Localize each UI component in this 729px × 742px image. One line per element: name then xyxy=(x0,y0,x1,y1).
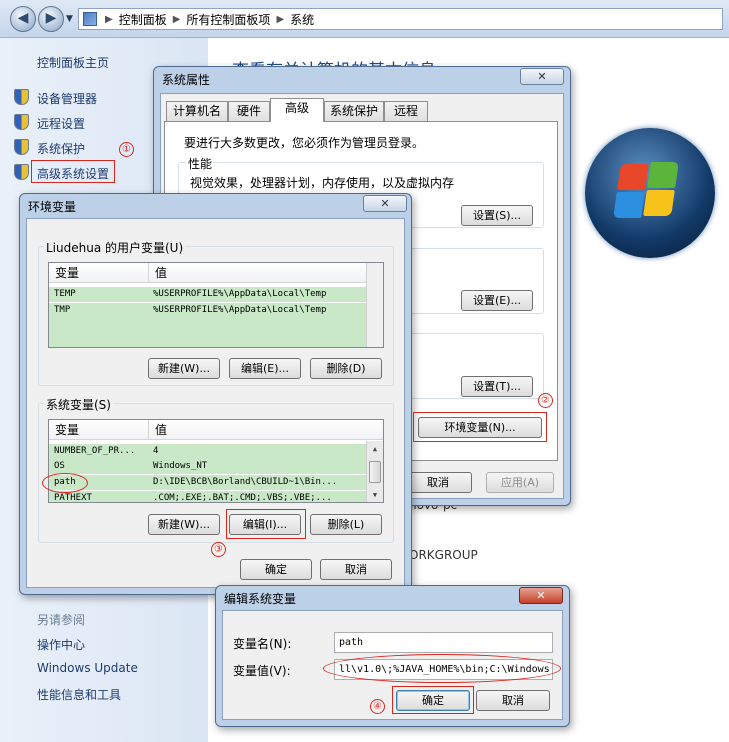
apply-button[interactable]: 应用(A) xyxy=(486,472,554,493)
address-bar-area: ◀ ▶ ▼ ▶ 控制面板 ▶ 所有控制面板项 ▶ 系统 xyxy=(0,0,729,38)
highlight-box-env-vars xyxy=(413,412,547,442)
user-new-button[interactable]: 新建(W)... xyxy=(148,358,220,379)
highlight-ellipse-value xyxy=(323,654,561,683)
table-row[interactable]: TEMP %USERPROFILE%\AppData\Local\Temp xyxy=(49,287,367,302)
see-also-windows-update[interactable]: Windows Update xyxy=(37,661,138,675)
var-name: NUMBER_OF_PR... xyxy=(54,446,136,456)
perf-settings-button[interactable]: 设置(S)... xyxy=(461,205,533,226)
breadcrumb-separator-icon: ▶ xyxy=(172,13,181,25)
annotation-number: ④ xyxy=(370,699,385,714)
table-row[interactable]: PATHEXT .COM;.EXE;.BAT;.CMD;.VBS;.VBE;..… xyxy=(49,491,367,503)
tab-computer-name[interactable]: 计算机名 xyxy=(166,101,228,121)
forward-arrow-icon[interactable]: ▶ xyxy=(38,6,64,32)
breadcrumb-separator-icon: ▶ xyxy=(105,13,113,25)
var-value: Windows_NT xyxy=(153,461,208,471)
user-variables-label: Liudehua 的用户变量(U) xyxy=(44,239,186,256)
scrollbar[interactable] xyxy=(366,263,383,347)
user-variables-list[interactable]: 变量 值 TEMP %USERPROFILE%\AppData\Local\Te… xyxy=(48,262,384,348)
highlight-box-ok xyxy=(392,686,474,714)
shield-icon xyxy=(14,164,29,180)
column-header-value[interactable]: 值 xyxy=(149,420,383,440)
tab-advanced[interactable]: 高级 xyxy=(270,98,324,122)
tab-hardware[interactable]: 硬件 xyxy=(228,101,270,121)
scroll-thumb[interactable] xyxy=(369,461,381,483)
sidebar-item-remote[interactable]: 远程设置 xyxy=(37,115,85,132)
var-name: OS xyxy=(54,461,65,471)
dialog-title: 环境变量 xyxy=(28,200,77,214)
workgroup-text: ORKGROUP xyxy=(409,548,478,562)
system-variables-label: 系统变量(S) xyxy=(44,396,113,413)
edit-cancel-button[interactable]: 取消 xyxy=(476,690,550,711)
column-header-value[interactable]: 值 xyxy=(149,263,383,283)
annotation-number: ③ xyxy=(211,542,226,557)
startup-settings-button[interactable]: 设置(T)... xyxy=(461,376,533,397)
var-value: .COM;.EXE;.BAT;.CMD;.VBS;.VBE;... xyxy=(153,493,332,503)
var-name: TMP xyxy=(54,305,71,315)
shield-icon xyxy=(14,139,29,155)
var-value: %USERPROFILE%\AppData\Local\Temp xyxy=(153,305,327,315)
breadcrumb-control-panel[interactable]: 控制面板 xyxy=(119,11,167,28)
var-value: D:\IDE\BCB\Borland\CBUILD~1\Bin... xyxy=(153,477,338,487)
breadcrumb-all-items[interactable]: 所有控制面板项 xyxy=(186,11,270,28)
env-cancel-button[interactable]: 取消 xyxy=(320,559,392,580)
variable-name-input[interactable]: path xyxy=(334,632,553,653)
close-icon[interactable]: ✕ xyxy=(520,68,564,85)
dialog-title: 编辑系统变量 xyxy=(224,592,297,606)
windows-logo-icon xyxy=(585,128,715,258)
scroll-up-icon[interactable]: ▲ xyxy=(367,441,383,458)
performance-desc: 视觉效果，处理器计划，内存使用，以及虚拟内存 xyxy=(190,176,455,190)
column-header-variable[interactable]: 变量 xyxy=(49,420,149,440)
tab-system-protection[interactable]: 系统保护 xyxy=(324,101,384,121)
address-field[interactable]: ▶ 控制面板 ▶ 所有控制面板项 ▶ 系统 xyxy=(78,8,723,30)
column-header-variable[interactable]: 变量 xyxy=(49,263,149,283)
table-row-path[interactable]: path D:\IDE\BCB\Borland\CBUILD~1\Bin... xyxy=(49,475,367,490)
var-value: 4 xyxy=(153,446,159,456)
sidebar-item-device-manager[interactable]: 设备管理器 xyxy=(37,90,97,107)
user-edit-button[interactable]: 编辑(E)... xyxy=(229,358,301,379)
table-row[interactable]: TMP %USERPROFILE%\AppData\Local\Temp xyxy=(49,303,367,347)
breadcrumb-system[interactable]: 系统 xyxy=(290,11,314,28)
system-delete-button[interactable]: 删除(L) xyxy=(310,514,382,535)
variable-name-label: 变量名(N): xyxy=(233,637,292,651)
table-row[interactable]: OS Windows_NT xyxy=(49,459,367,474)
scroll-down-icon[interactable]: ▼ xyxy=(367,487,383,502)
close-icon[interactable]: ✕ xyxy=(519,587,563,604)
dialog-title: 系统属性 xyxy=(162,73,211,87)
table-row[interactable]: NUMBER_OF_PR... 4 xyxy=(49,444,367,459)
highlight-ellipse-path xyxy=(42,473,88,493)
variable-value-label: 变量值(V): xyxy=(233,664,291,678)
highlight-box-edit xyxy=(226,509,306,539)
history-dropdown-icon[interactable]: ▼ xyxy=(66,14,73,24)
breadcrumb-separator-icon: ▶ xyxy=(276,13,285,25)
highlight-box-advanced-settings xyxy=(31,160,115,183)
see-also-action-center[interactable]: 操作中心 xyxy=(37,636,85,653)
annotation-number: ② xyxy=(538,393,553,408)
admin-note: 要进行大多数更改，您必须作为管理员登录。 xyxy=(184,136,425,150)
back-arrow-icon[interactable]: ◀ xyxy=(10,6,36,32)
see-also-heading: 另请参阅 xyxy=(37,613,86,627)
system-variables-list[interactable]: 变量 值 NUMBER_OF_PR... 4 OS Windows_NT pat… xyxy=(48,419,384,503)
sysprop-cancel-button[interactable]: 取消 xyxy=(404,472,472,493)
var-name: TEMP xyxy=(54,289,76,299)
tab-remote[interactable]: 远程 xyxy=(384,101,428,121)
shield-icon xyxy=(14,114,29,130)
control-panel-icon xyxy=(83,12,97,26)
annotation-number: ① xyxy=(119,142,134,157)
sidebar-item-protection[interactable]: 系统保护 xyxy=(37,140,85,157)
var-value: %USERPROFILE%\AppData\Local\Temp xyxy=(153,289,327,299)
performance-label: 性能 xyxy=(186,155,215,172)
system-new-button[interactable]: 新建(W)... xyxy=(148,514,220,535)
scrollbar[interactable]: ▲ ▼ xyxy=(366,441,383,502)
see-also-performance[interactable]: 性能信息和工具 xyxy=(37,686,121,703)
close-icon[interactable]: ✕ xyxy=(363,195,407,212)
sidebar-home-link[interactable]: 控制面板主页 xyxy=(37,54,109,71)
profiles-settings-button[interactable]: 设置(E)... xyxy=(461,290,533,311)
env-ok-button[interactable]: 确定 xyxy=(240,559,312,580)
shield-icon xyxy=(14,89,29,105)
user-delete-button[interactable]: 删除(D) xyxy=(310,358,382,379)
